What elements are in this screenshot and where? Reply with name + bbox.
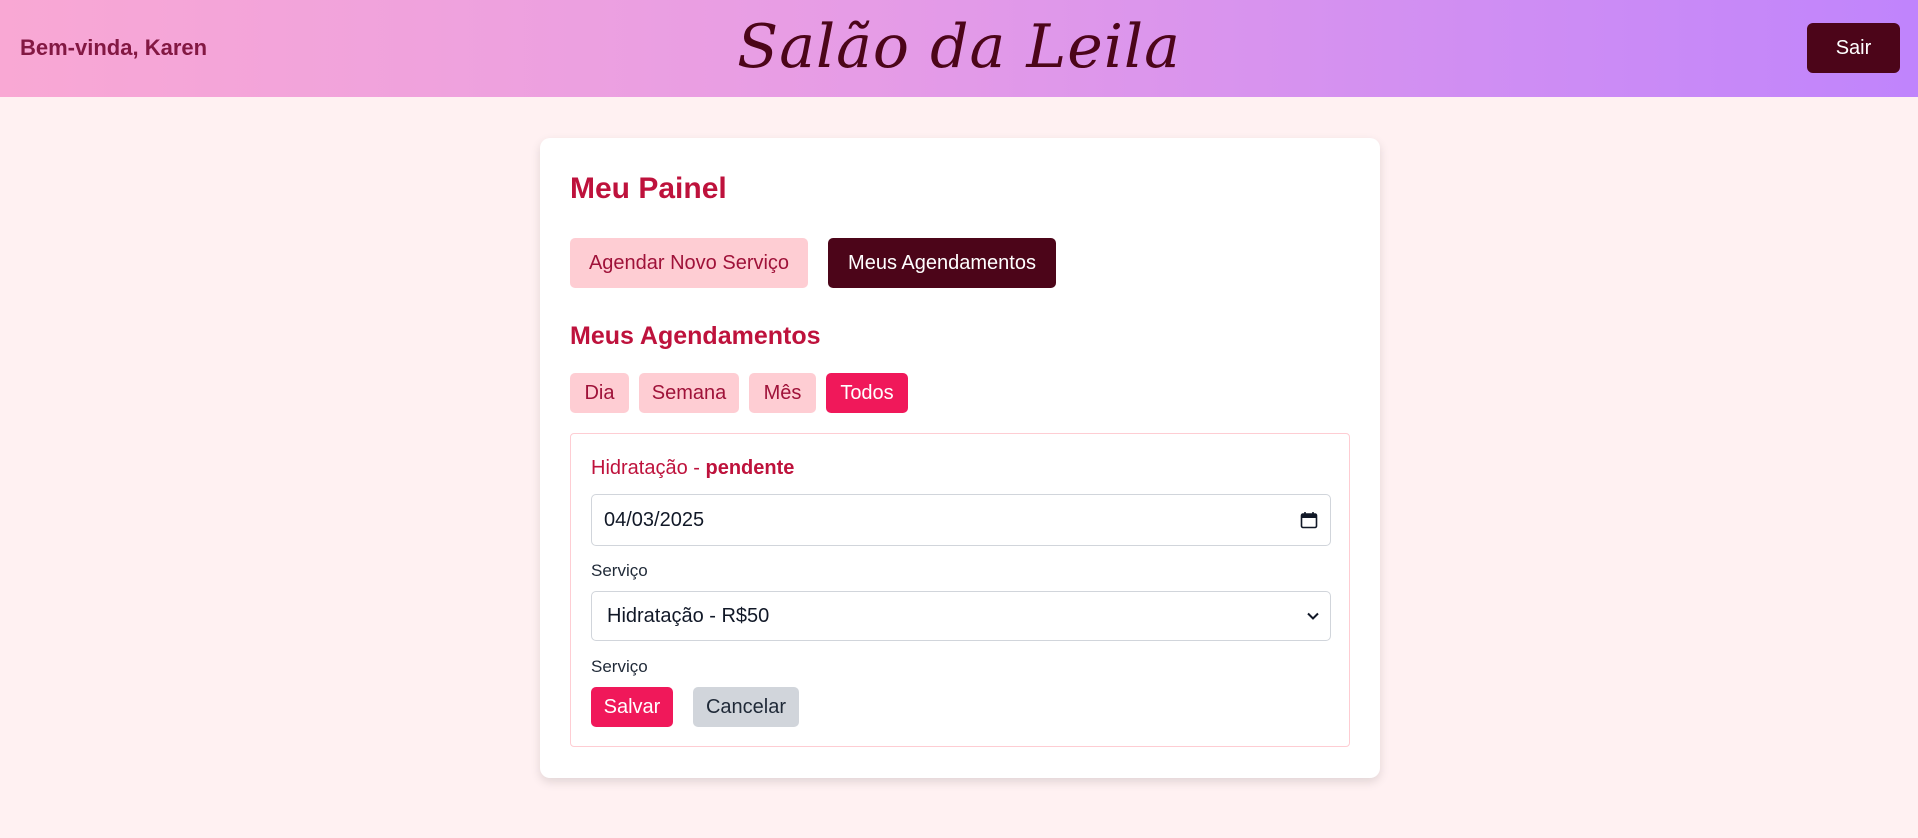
dashboard-card: Meu Painel Agendar Novo Serviço Meus Age…	[540, 138, 1380, 778]
service-select-value: Hidratação - R$50	[607, 604, 770, 627]
logout-button[interactable]: Sair	[1807, 23, 1900, 73]
section-title: Meus Agendamentos	[570, 322, 821, 350]
appointment-separator: -	[687, 457, 706, 479]
brand-title: Salão da Leila	[737, 12, 1181, 82]
chevron-down-icon	[1307, 612, 1319, 620]
save-button[interactable]: Salvar	[591, 687, 673, 727]
service-label: Serviço	[591, 561, 648, 580]
appointment-service: Hidratação	[591, 457, 688, 479]
service-select[interactable]: Hidratação - R$50	[591, 591, 1331, 641]
appointment-card: Hidratação - pendente 04/03/2025 Serviço…	[570, 433, 1350, 747]
filter-month[interactable]: Mês	[749, 373, 816, 413]
tab-new-service[interactable]: Agendar Novo Serviço	[570, 238, 808, 288]
page-title: Meu Painel	[570, 172, 727, 205]
calendar-icon[interactable]	[1300, 511, 1318, 529]
filter-week[interactable]: Semana	[639, 373, 739, 413]
cancel-button[interactable]: Cancelar	[693, 687, 799, 727]
tab-my-appointments[interactable]: Meus Agendamentos	[828, 238, 1056, 288]
filter-day[interactable]: Dia	[570, 373, 629, 413]
appointment-title: Hidratação - pendente	[591, 457, 794, 480]
filter-all[interactable]: Todos	[826, 373, 908, 413]
date-value: 04/03/2025	[604, 508, 705, 531]
service-label-secondary: Serviço	[591, 657, 648, 676]
status-badge: pendente	[705, 457, 795, 479]
app-header: Bem-vinda, Karen Salão da Leila Sair	[0, 0, 1918, 97]
date-field[interactable]: 04/03/2025	[591, 494, 1331, 546]
